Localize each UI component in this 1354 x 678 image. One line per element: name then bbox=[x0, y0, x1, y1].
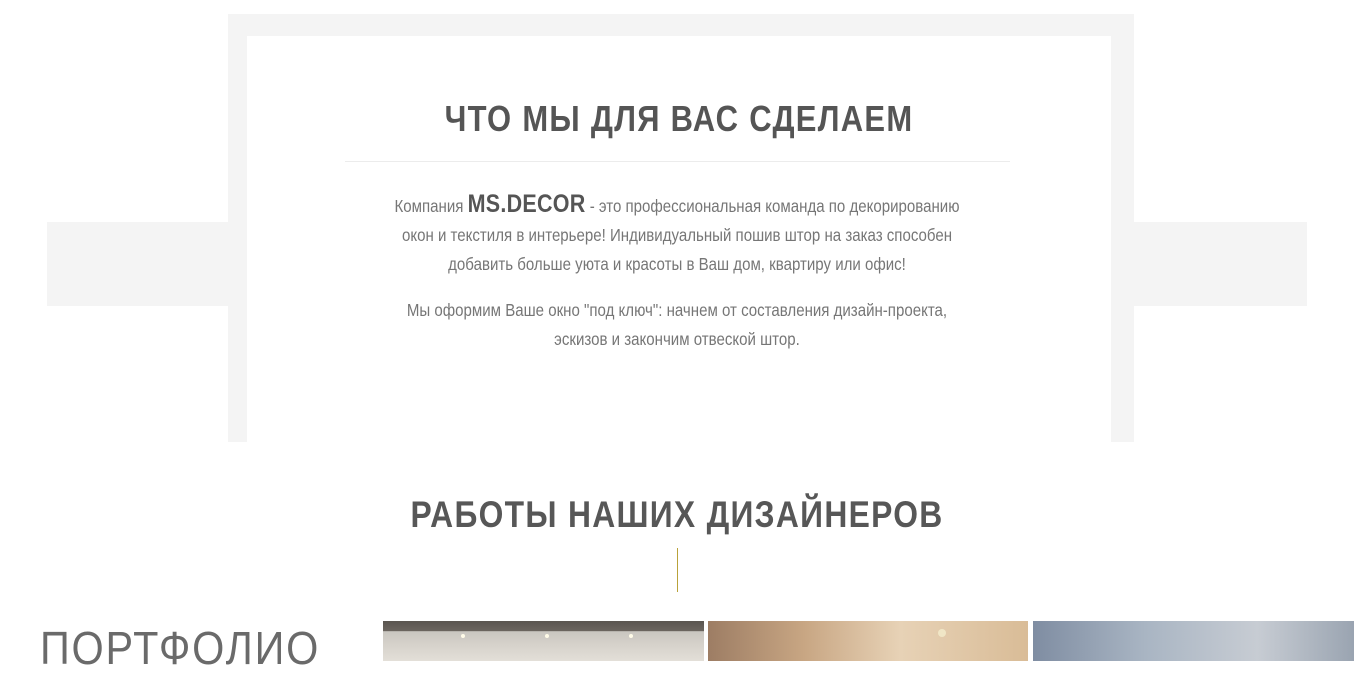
portfolio-image-2[interactable] bbox=[708, 621, 1028, 661]
ceiling-light bbox=[461, 634, 465, 638]
ceiling-light bbox=[545, 634, 549, 638]
portfolio-title: ПОРТФОЛИО bbox=[40, 622, 321, 674]
brand-name: MS.DECOR bbox=[467, 190, 586, 218]
works-heading: РАБОТЫ НАШИХ ДИЗАЙНЕРОВ bbox=[410, 494, 944, 535]
about-paragraph-2: Мы оформим Ваше окно "под ключ": начнем … bbox=[406, 300, 948, 349]
heading-divider bbox=[345, 161, 1010, 162]
portfolio-image-1[interactable] bbox=[383, 621, 704, 661]
accent-line bbox=[677, 548, 678, 592]
about-heading: ЧТО МЫ ДЛЯ ВАС СДЕЛАЕМ bbox=[444, 98, 914, 139]
ceiling-light bbox=[629, 634, 633, 638]
paragraph-prefix: Компания bbox=[394, 196, 468, 216]
chandelier bbox=[938, 629, 946, 637]
portfolio-image-3[interactable] bbox=[1033, 621, 1354, 661]
about-paragraph-1: Компания MS.DECOR - это профессиональная… bbox=[379, 190, 976, 279]
